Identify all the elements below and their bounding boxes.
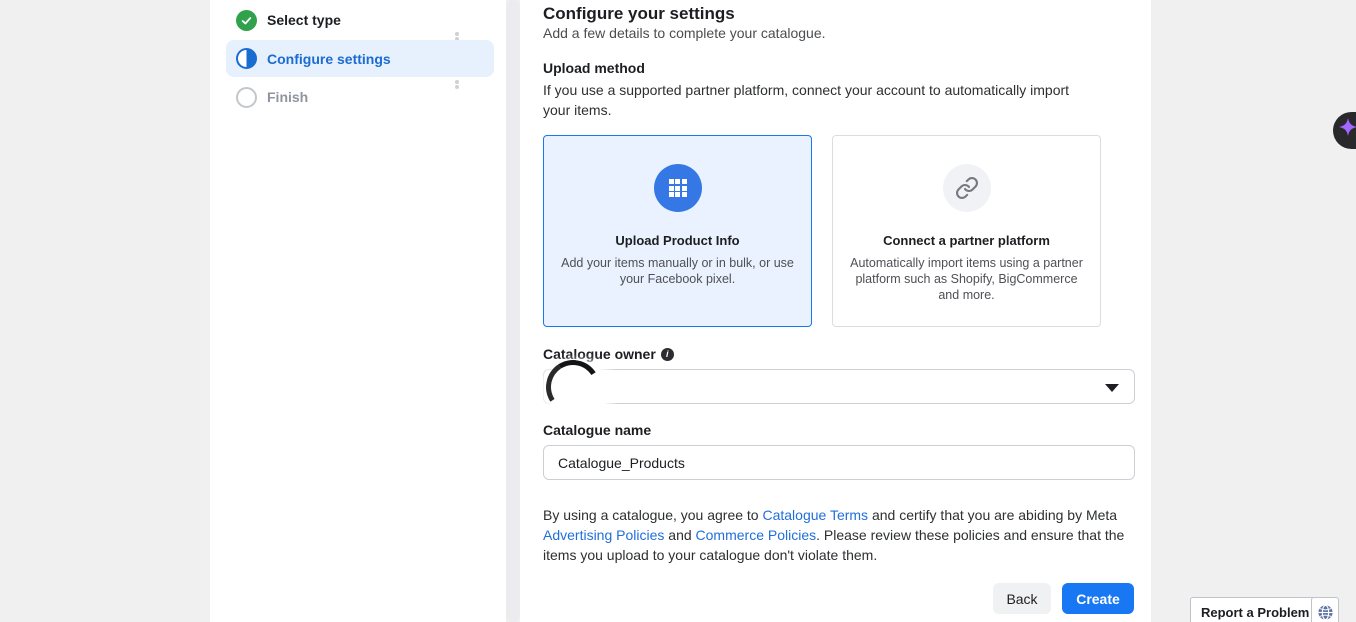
card-description: Automatically import items using a partn…: [848, 255, 1086, 303]
legal-text: By using a catalogue, you agree to Catal…: [543, 505, 1133, 565]
step-complete-check-icon: [236, 10, 257, 31]
info-icon[interactable]: i: [661, 348, 674, 361]
step-connector-dot: [455, 32, 459, 36]
form-actions: Back Create: [993, 583, 1134, 614]
globe-icon: [1317, 604, 1334, 621]
card-description: Add your items manually or in bulk, or u…: [559, 255, 797, 287]
upload-product-info-card[interactable]: Upload Product Info Add your items manua…: [543, 135, 812, 327]
back-button[interactable]: Back: [993, 583, 1051, 614]
step-select-type[interactable]: Select type: [236, 7, 486, 33]
link-icon: [943, 164, 991, 212]
legal-text-segment: By using a catalogue, you agree to: [543, 507, 762, 523]
step-configure-settings[interactable]: Configure settings: [226, 40, 494, 77]
upload-method-label: Upload method: [543, 60, 645, 76]
catalogue-owner-select[interactable]: [543, 369, 1135, 404]
meta-ai-button[interactable]: [1333, 112, 1356, 149]
scrollbar-track[interactable]: [506, 0, 520, 622]
card-title: Connect a partner platform: [883, 233, 1050, 248]
page-title: Configure your settings: [543, 4, 735, 24]
catalogue-name-label: Catalogue name: [543, 422, 651, 438]
upload-method-description: If you use a supported partner platform,…: [543, 80, 1088, 120]
legal-text-segment: and: [664, 527, 695, 543]
chevron-down-icon: [1105, 384, 1119, 392]
create-button[interactable]: Create: [1062, 583, 1134, 614]
catalogue-owner-label-text: Catalogue owner: [543, 346, 656, 362]
language-globe-button[interactable]: [1311, 597, 1339, 622]
step-upcoming-icon: [236, 87, 257, 108]
step-in-progress-icon: [236, 48, 257, 69]
connect-partner-platform-card[interactable]: Connect a partner platform Automatically…: [832, 135, 1101, 327]
legal-text-segment: and certify that you are abiding by Meta: [868, 507, 1117, 523]
report-a-problem-button[interactable]: Report a Problem: [1190, 597, 1320, 622]
grid-icon: [654, 164, 702, 212]
wizard-steps-sidebar: Select type Configure settings Finish: [210, 0, 506, 622]
catalogue-owner-label: Catalogue owner i: [543, 346, 674, 362]
upload-method-options: Upload Product Info Add your items manua…: [543, 135, 1101, 327]
card-title: Upload Product Info: [615, 233, 739, 248]
step-label: Configure settings: [267, 51, 391, 67]
sparkles-icon: [1338, 116, 1356, 146]
catalogue-terms-link[interactable]: Catalogue Terms: [762, 507, 868, 523]
advertising-policies-link[interactable]: Advertising Policies: [543, 527, 664, 543]
step-label: Finish: [267, 89, 308, 105]
catalogue-name-input[interactable]: [543, 445, 1135, 480]
step-finish[interactable]: Finish: [236, 84, 486, 110]
page-subtitle: Add a few details to complete your catal…: [543, 25, 826, 41]
step-label: Select type: [267, 12, 341, 28]
commerce-policies-link[interactable]: Commerce Policies: [696, 527, 817, 543]
configure-settings-panel: Configure your settings Add a few detail…: [520, 0, 1151, 622]
